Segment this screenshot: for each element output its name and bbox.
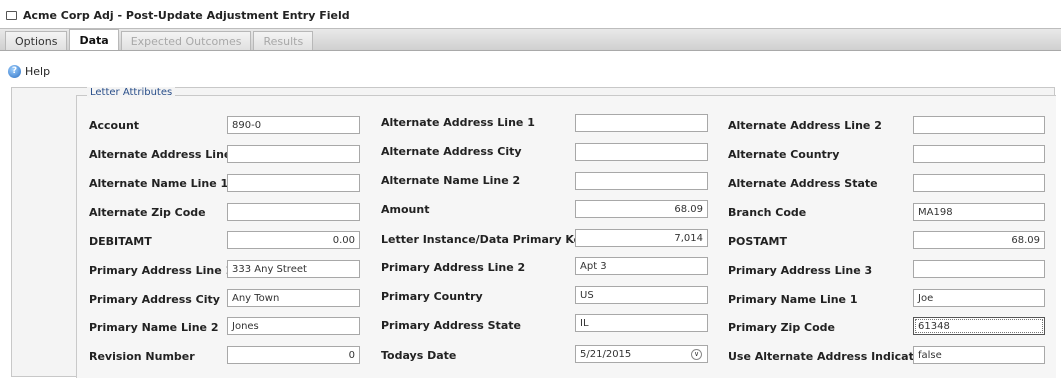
section-legend: Letter Attributes xyxy=(87,87,176,98)
primary-zip-code-field[interactable]: 61348 xyxy=(913,317,1045,335)
alternate-address-state-field[interactable] xyxy=(913,174,1045,192)
alternate-address-line-1-label: Alternate Address Line 1 xyxy=(381,116,535,129)
account-field[interactable]: 890-0 xyxy=(227,116,360,134)
postamt-label: POSTAMT xyxy=(728,235,787,248)
primary-address-line-1-field[interactable]: 333 Any Street xyxy=(227,260,360,278)
primary-address-line-2-field[interactable]: Apt 3 xyxy=(575,257,708,275)
alternate-zip-code-field[interactable] xyxy=(227,203,360,221)
alternate-name-line-2-field[interactable] xyxy=(575,172,708,190)
chevron-down-icon[interactable]: ∨ xyxy=(691,349,702,360)
revision-number-field[interactable]: 0 xyxy=(227,346,360,364)
debitamt-label: DEBITAMT xyxy=(89,235,152,248)
tab-results: Results xyxy=(253,31,314,50)
primary-address-state-field[interactable]: IL xyxy=(575,314,708,332)
alternate-address-city-field[interactable] xyxy=(575,143,708,161)
debitamt-field[interactable]: 0.00 xyxy=(227,231,360,249)
alternate-address-line-2-label: Alternate Address Line 2 xyxy=(728,119,882,132)
help-icon: ? xyxy=(8,64,21,78)
primary-address-line-3-label: Primary Address Line 3 xyxy=(728,264,873,277)
use-alternate-address-indicator-label: Use Alternate Address Indicator xyxy=(728,350,927,363)
alternate-zip-code-label: Alternate Zip Code xyxy=(89,206,206,219)
primary-name-line-1-field[interactable]: Joe xyxy=(913,289,1045,307)
use-alternate-address-indicator-field[interactable]: false xyxy=(913,346,1045,364)
branch-code-field[interactable]: MA198 xyxy=(913,203,1045,221)
primary-address-city-label: Primary Address City xyxy=(89,293,220,306)
revision-number-label: Revision Number xyxy=(89,350,195,363)
alternate-address-line-2-field[interactable] xyxy=(913,116,1045,134)
branch-code-label: Branch Code xyxy=(728,206,807,219)
amount-label: Amount xyxy=(381,203,430,216)
alternate-address-state-label: Alternate Address State xyxy=(728,177,878,190)
alternate-address-city-label: Alternate Address City xyxy=(381,145,522,158)
primary-name-line-2-label: Primary Name Line 2 xyxy=(89,321,219,334)
alternate-address-line-3-field[interactable] xyxy=(227,145,360,163)
window-titlebar: Acme Corp Adj - Post-Update Adjustment E… xyxy=(0,3,1061,28)
primary-country-label: Primary Country xyxy=(381,290,483,303)
alternate-name-line-2-label: Alternate Name Line 2 xyxy=(381,174,521,187)
help-button[interactable]: ? Help xyxy=(0,60,50,82)
primary-address-city-field[interactable]: Any Town xyxy=(227,289,360,307)
alternate-country-field[interactable] xyxy=(913,145,1045,163)
postamt-field[interactable]: 68.09 xyxy=(913,231,1045,249)
window-title: Acme Corp Adj - Post-Update Adjustment E… xyxy=(23,9,350,22)
letter-instance-key-field[interactable]: 7,014 xyxy=(575,229,708,247)
alternate-country-label: Alternate Country xyxy=(728,148,840,161)
todays-date-value: 5/21/2015 xyxy=(580,349,632,360)
alternate-name-line-1-field[interactable] xyxy=(227,174,360,192)
account-label: Account xyxy=(89,119,140,132)
primary-address-line-1-label: Primary Address Line 1 xyxy=(89,264,234,277)
alternate-address-line-3-label: Alternate Address Line 3 xyxy=(89,148,243,161)
alternate-address-line-1-field[interactable] xyxy=(575,114,708,132)
primary-country-field[interactable]: US xyxy=(575,286,708,304)
tab-options[interactable]: Options xyxy=(5,31,68,50)
primary-name-line-2-field[interactable]: Jones xyxy=(227,317,360,335)
todays-date-picker[interactable]: 5/21/2015 ∨ xyxy=(575,345,708,363)
primary-address-line-2-label: Primary Address Line 2 xyxy=(381,261,526,274)
primary-address-line-3-field[interactable] xyxy=(913,260,1045,278)
alternate-name-line-1-label: Alternate Name Line 1 xyxy=(89,177,229,190)
primary-zip-code-label: Primary Zip Code xyxy=(728,321,835,334)
tab-expected-outcomes: Expected Outcomes xyxy=(120,31,252,50)
amount-field[interactable]: 68.09 xyxy=(575,200,708,218)
primary-name-line-1-label: Primary Name Line 1 xyxy=(728,293,858,306)
letter-instance-key-label: Letter Instance/Data Primary Key xyxy=(381,233,589,246)
window-icon xyxy=(6,11,17,20)
help-label: Help xyxy=(25,64,51,78)
todays-date-label: Todays Date xyxy=(381,349,457,362)
tab-bar: Options Data Expected Outcomes Results xyxy=(0,28,1061,51)
tab-data[interactable]: Data xyxy=(69,29,119,50)
primary-address-state-label: Primary Address State xyxy=(381,319,521,332)
